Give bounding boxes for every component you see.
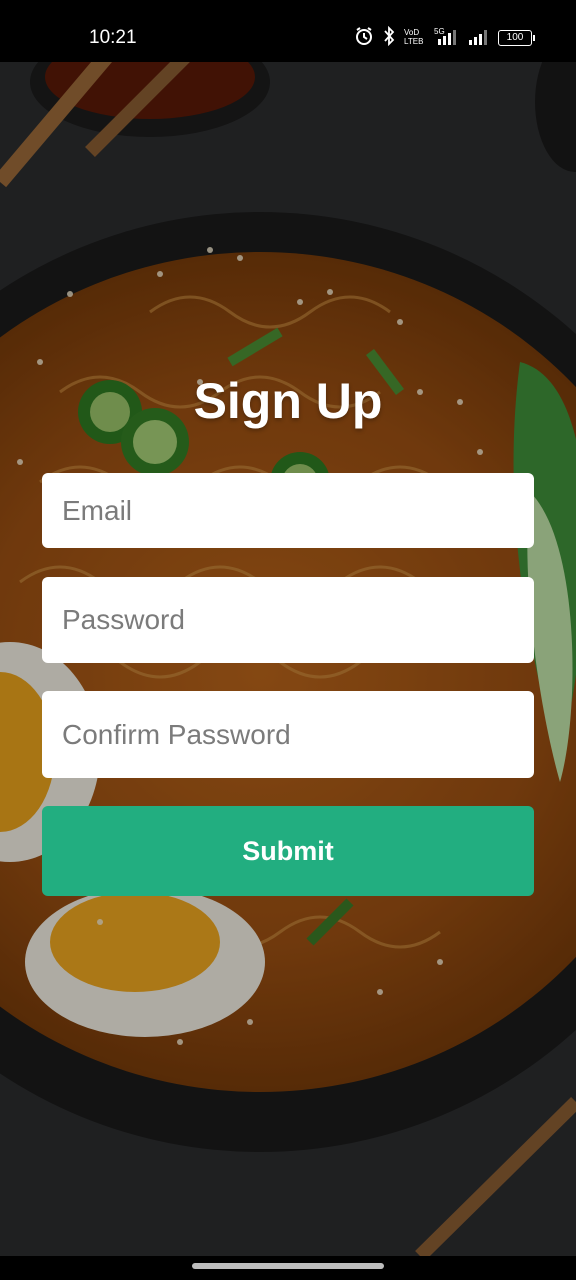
- svg-text:VoD: VoD: [404, 28, 419, 37]
- volte-icon: VoD LTEB: [404, 26, 426, 51]
- battery-icon: 100: [498, 30, 535, 46]
- svg-text:LTEB: LTEB: [404, 37, 423, 46]
- page-title: Sign Up: [193, 373, 383, 429]
- 5g-signal-icon: 5G: [434, 26, 460, 51]
- svg-text:5G: 5G: [434, 27, 445, 36]
- status-time: 10:21: [89, 27, 137, 48]
- status-icons: VoD LTEB 5G 100: [354, 25, 535, 51]
- confirm-password-input[interactable]: [42, 691, 534, 778]
- submit-button[interactable]: Submit: [42, 806, 534, 896]
- status-bar: 10:21 VoD LTEB 5G 100: [0, 0, 576, 62]
- bluetooth-icon: [382, 25, 396, 51]
- email-input[interactable]: [42, 473, 534, 548]
- alarm-icon: [354, 26, 374, 51]
- password-input[interactable]: [42, 577, 534, 663]
- signal-icon: [468, 26, 490, 51]
- home-gesture-handle[interactable]: [192, 1263, 384, 1269]
